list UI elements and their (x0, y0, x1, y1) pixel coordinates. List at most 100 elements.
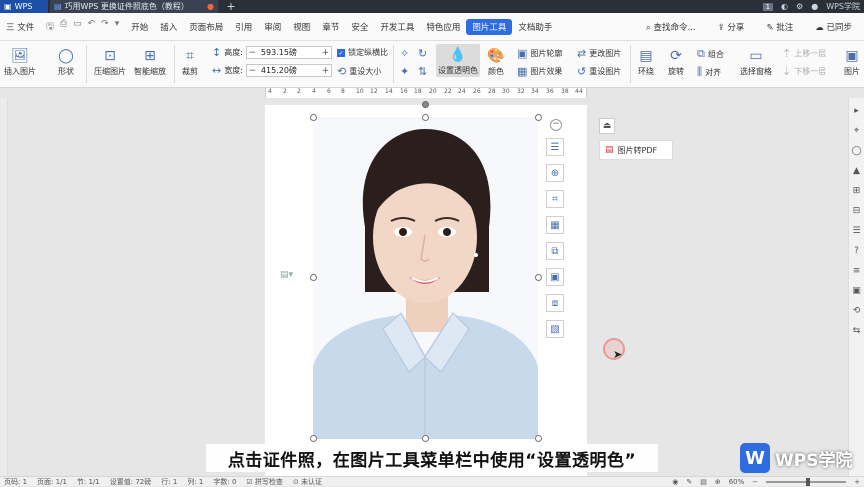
sidebar-backup-icon[interactable]: ⟲ (853, 306, 861, 316)
set-transparent-color-button[interactable]: 💧 设置透明色 (436, 44, 480, 77)
rotate-left-small-icon[interactable]: ✧ (400, 47, 409, 60)
sidebar-collapse-icon[interactable]: ▸ (854, 106, 859, 116)
shape-button[interactable]: ◯ 形状 (56, 46, 76, 77)
send-backward-button[interactable]: ⇣ 下移一层 (782, 65, 826, 78)
tab-document[interactable]: ▤ 巧用WPS 更换证件照底色（教程） ● (50, 0, 218, 13)
float-zoom-icon[interactable]: ⊕ (546, 164, 564, 182)
sync-button[interactable]: ☁ 已同步 (809, 21, 858, 33)
status-certification[interactable]: ⊙ 未认证 (293, 477, 322, 487)
sidebar-table-icon[interactable]: ⊞ (853, 186, 861, 196)
status-section[interactable]: 节: 1/1 (77, 477, 100, 487)
menu-start[interactable]: 开始 (125, 21, 154, 33)
panel-eject-icon[interactable]: ⏏ (599, 118, 615, 134)
picture-outline-button[interactable]: ▣ 图片轮廓 (517, 47, 562, 60)
command-search[interactable]: ⌕ 查找命令... (640, 21, 702, 33)
save-icon[interactable]: 🖫 (46, 19, 54, 35)
resize-handle-bottom-right[interactable] (535, 435, 542, 442)
quick-access-more-icon[interactable]: ▾ (115, 19, 120, 35)
status-word-count[interactable]: 字数: 0 (213, 477, 236, 487)
float-layout-icon[interactable]: ☰ (546, 138, 564, 156)
menu-special[interactable]: 特色应用 (420, 21, 466, 33)
menu-doc-assistant[interactable]: 文档助手 (512, 21, 558, 33)
float-more-icon[interactable]: ▧ (546, 320, 564, 338)
width-field[interactable]: − 415.20磅 + (245, 64, 332, 77)
share-button[interactable]: ⇪ 分享 (712, 21, 751, 33)
change-picture-button[interactable]: ⇄ 更改图片 (577, 47, 621, 60)
collapse-toolbar-icon[interactable]: − (550, 119, 562, 131)
comment-button[interactable]: ✎ 批注 (760, 21, 799, 33)
tab-modified-dot-icon[interactable]: ● (207, 2, 214, 11)
smart-zoom-button[interactable]: ⊞ 智能缩放 (134, 46, 166, 77)
sidebar-picture-icon[interactable]: ▣ (852, 286, 861, 296)
resize-handle-top-left[interactable] (310, 114, 317, 121)
height-decrease-button[interactable]: − (247, 48, 258, 58)
menu-reference[interactable]: 引用 (229, 21, 258, 33)
status-pages[interactable]: 页面: 1/1 (37, 477, 67, 487)
menu-page-layout[interactable]: 页面布局 (183, 21, 229, 33)
picture-to-pdf-button[interactable]: ▤ 图片转PDF (599, 140, 673, 160)
status-page-number[interactable]: 页码: 1 (4, 477, 27, 487)
sidebar-grid-icon[interactable]: ⊟ (853, 206, 861, 216)
ruler-track[interactable]: 4 2 2 4 6 8 10 12 14 16 18 20 22 24 26 28 30 32 34 36 38 44 (265, 88, 587, 98)
page-view-icon[interactable]: ▤ (700, 478, 707, 486)
reset-picture-button[interactable]: ↺ 重设图片 (577, 65, 621, 78)
zoom-slider[interactable] (766, 477, 847, 486)
skin-icon[interactable]: ◐ (781, 2, 788, 11)
picture-more-button[interactable]: ▣ 图片 (842, 46, 862, 77)
status-setting-value[interactable]: 设置值: 72磅 (110, 477, 152, 487)
menu-security[interactable]: 安全 (345, 21, 374, 33)
resize-handle-top[interactable] (422, 114, 429, 121)
float-replace-icon[interactable]: ▣ (546, 268, 564, 286)
float-crop-icon[interactable]: ⌗ (546, 190, 564, 208)
view-mode-icon[interactable]: ◉ (672, 478, 678, 486)
bring-forward-button[interactable]: ⇡ 上移一层 (782, 47, 826, 60)
group-button[interactable]: ⧉ 组合 (697, 47, 724, 61)
redo-icon[interactable]: ↷ (101, 19, 109, 35)
web-view-icon[interactable]: ⊕ (715, 478, 721, 486)
account-avatar[interactable]: ● (811, 2, 818, 11)
resize-handle-bottom[interactable] (422, 435, 429, 442)
status-spell-check[interactable]: ☑ 拼写检查 (246, 477, 283, 487)
menu-insert[interactable]: 插入 (154, 21, 183, 33)
layout-options-icon[interactable]: ▤▾ (280, 270, 293, 280)
sidebar-format-icon[interactable]: ☰ (852, 226, 860, 236)
width-value[interactable]: 415.20磅 (258, 65, 320, 76)
insert-picture-button[interactable]: 🖼 插入图片 (4, 46, 36, 77)
width-decrease-button[interactable]: − (247, 66, 258, 76)
height-field[interactable]: − 593.15磅 + (245, 46, 332, 59)
rotate-handle[interactable] (422, 101, 429, 108)
crop-button[interactable]: ⌗ 裁剪 (180, 46, 200, 77)
sidebar-style-icon[interactable]: ▲ (853, 166, 860, 176)
reset-size-button[interactable]: ⟲ 重设大小 (337, 65, 381, 78)
height-increase-button[interactable]: + (320, 48, 331, 58)
resize-handle-bottom-left[interactable] (310, 435, 317, 442)
menu-view[interactable]: 视图 (287, 21, 316, 33)
zoom-level[interactable]: 60% (729, 478, 745, 486)
preview-icon[interactable]: ▭ (73, 19, 82, 35)
new-tab-button[interactable]: + (222, 0, 240, 13)
rotate-button[interactable]: ⟳ 旋转 (666, 46, 686, 77)
bring-small-icon[interactable]: ✦ (400, 65, 409, 78)
flip-small-icon[interactable]: ↻ (418, 47, 427, 60)
tab-wps-home[interactable]: ▣ WPS (0, 0, 48, 13)
sidebar-pointer-icon[interactable]: ⌖ (854, 126, 859, 136)
lock-ratio-checkbox[interactable]: ✓ 锁定纵横比 (337, 47, 388, 58)
zoom-out-button[interactable]: − (752, 478, 758, 486)
menu-review[interactable]: 审阅 (258, 21, 287, 33)
color-button[interactable]: 🎨 颜色 (486, 46, 506, 77)
align-button[interactable]: ⫼ 对齐 (697, 65, 721, 79)
resize-handle-left[interactable] (310, 274, 317, 281)
picture-effect-button[interactable]: ▦ 图片效果 (517, 65, 562, 78)
resize-handle-right[interactable] (535, 274, 542, 281)
float-text-wrap-icon[interactable]: ⧈ (546, 294, 564, 312)
width-increase-button[interactable]: + (320, 66, 331, 76)
menu-developer[interactable]: 开发工具 (374, 21, 420, 33)
compress-picture-button[interactable]: ⊡ 压缩图片 (94, 46, 126, 77)
account-name[interactable]: WPS学院 (826, 1, 860, 12)
undo-icon[interactable]: ↶ (88, 19, 96, 35)
send-small-icon[interactable]: ⇅ (418, 65, 427, 78)
zoom-in-button[interactable]: + (854, 478, 860, 486)
resize-handle-top-right[interactable] (535, 114, 542, 121)
menu-picture-tools[interactable]: 图片工具 (466, 18, 513, 35)
pen-mode-icon[interactable]: ✎ (686, 478, 692, 486)
